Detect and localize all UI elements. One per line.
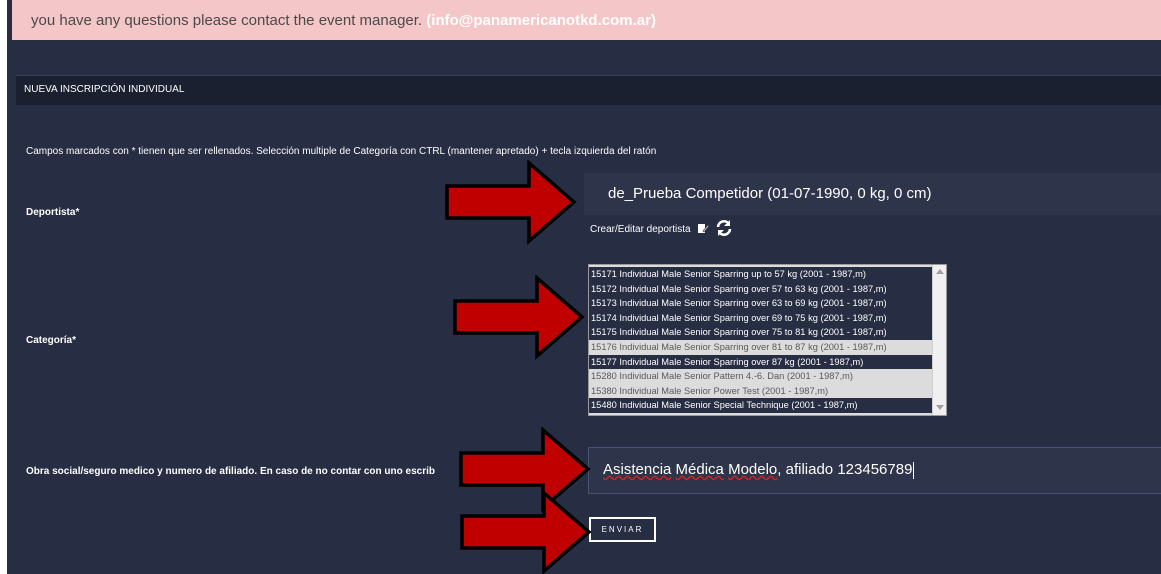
arrow-category-icon [453,275,585,360]
submit-button[interactable]: ENVIAR [589,517,656,542]
arrow-submit-icon [460,490,592,574]
category-option[interactable]: 15172 Individual Male Senior Sparring ov… [589,281,932,297]
alert-line-2: you have any questions please contact th… [31,12,656,29]
category-multiselect[interactable]: 15171 Individual Male Senior Sparring up… [588,264,947,416]
form-title: NUEVA INSCRIPCIÓN INDIVIDUAL [24,84,185,95]
text-caret [913,461,915,479]
category-option[interactable]: 15176 Individual Male Senior Sparring ov… [589,339,932,355]
category-option[interactable]: 15171 Individual Male Senior Sparring up… [589,267,932,282]
category-option[interactable]: 15280 Individual Male Senior Pattern 4.-… [589,369,932,384]
category-option[interactable]: 15173 Individual Male Senior Sparring ov… [589,296,932,311]
category-option[interactable]: 15174 Individual Male Senior Sparring ov… [589,310,932,326]
scroll-down-icon[interactable] [936,405,944,410]
insurance-word-5: 123456789 [837,461,913,478]
category-label: Categoría* [26,335,77,346]
category-option[interactable]: 15175 Individual Male Senior Sparring ov… [589,325,932,340]
refresh-icon[interactable] [715,219,733,240]
form-instructions: Campos marcados con * tienen que ser rel… [26,146,657,157]
insurance-word-1: Asistencia [603,461,672,478]
alert-email-link[interactable]: (info@panamericanotkd.com.ar) [426,12,656,29]
athlete-label: Deportista* [26,207,80,218]
insurance-word-3: Modelo [728,461,778,478]
insurance-value: Asistencia Médica Modelo, afiliado 12345… [603,461,915,479]
insurance-word-2: Médica [675,461,724,478]
category-option[interactable]: 15380 Individual Male Senior Power Test … [589,383,932,399]
insurance-label: Obra social/seguro medico y numero de af… [26,466,435,477]
create-edit-athlete-link[interactable]: Crear/Editar deportista [590,219,733,240]
edit-icon[interactable] [697,222,710,237]
alert-banner: you have any questions please contact th… [12,0,1161,40]
scroll-up-icon[interactable] [936,269,944,274]
category-option[interactable]: 15480 Individual Male Senior Special Tec… [589,398,932,413]
alert-text: you have any questions please contact th… [31,12,423,29]
athlete-value: de_Prueba Competidor (01-07-1990, 0 kg, … [608,185,932,202]
category-option[interactable]: 15177 Individual Male Senior Sparring ov… [589,354,932,370]
category-scrollbar[interactable] [932,265,946,415]
athlete-select[interactable]: de_Prueba Competidor (01-07-1990, 0 kg, … [584,173,1161,215]
insurance-word-4: , afiliado [777,461,834,478]
form-header: NUEVA INSCRIPCIÓN INDIVIDUAL [16,75,1161,105]
category-options: 15171 Individual Male Senior Sparring up… [589,267,932,413]
arrow-athlete-icon [445,160,577,245]
page: you have any questions please contact th… [0,0,1161,574]
create-edit-athlete-label: Crear/Editar deportista [590,224,691,235]
insurance-input[interactable]: Asistencia Médica Modelo, afiliado 12345… [588,447,1161,494]
